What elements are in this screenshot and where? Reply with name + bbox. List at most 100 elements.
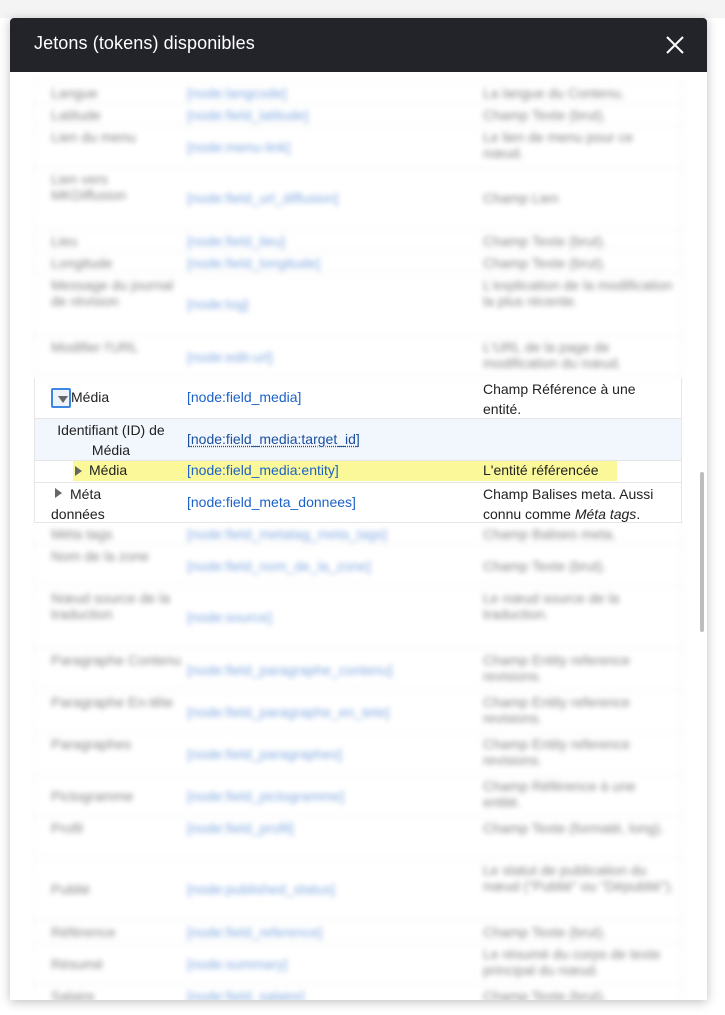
row-token[interactable]: [node:menu-link] xyxy=(187,139,477,155)
row-token[interactable]: [node:field_url_diffusion] xyxy=(187,190,477,206)
row-desc: L'URL de la page de modification du nœud… xyxy=(483,339,622,371)
row-desc: Le lien de menu pour ce nœud. xyxy=(483,129,634,161)
table-row[interactable]: Modifier l'URL [node:edit-url] L'URL de … xyxy=(34,336,682,378)
row-name: Message du journal de révision xyxy=(51,277,174,309)
row-token[interactable]: [node:field_media:target_id] xyxy=(187,431,477,447)
row-token[interactable]: [node:field_lieu] xyxy=(187,233,477,249)
table-row[interactable]: Résumé [node:summary] Le résumé du corps… xyxy=(34,943,682,985)
table-row[interactable]: Méta tags [node:field_metatag_meta_tags]… xyxy=(34,523,682,545)
token-table: Langue [node:langcode] La langue du Cont… xyxy=(34,72,682,1000)
row-name: Lien vers MKDiffusion xyxy=(51,171,127,203)
dialog-title: Jetons (tokens) disponibles xyxy=(34,33,255,53)
row-token[interactable]: [node:field_media:entity] xyxy=(187,462,477,478)
table-row[interactable]: Salaire [node:field_salaire] Champ Texte… xyxy=(34,985,682,1000)
table-row[interactable]: Message du journal de révision [node:log… xyxy=(34,274,682,336)
row-name: Paragraphe Contenu xyxy=(51,652,181,668)
row-name: Méta données xyxy=(51,486,105,522)
row-name: Paragraphes xyxy=(51,736,132,752)
row-desc-suffix: . xyxy=(636,506,641,522)
table-row[interactable]: Profil [node:field_profil] Champ Texte (… xyxy=(34,817,682,859)
table-row-entity[interactable]: Média [node:field_media:entity] L'entité… xyxy=(34,461,682,483)
rows-below: Méta tags [node:field_metatag_meta_tags]… xyxy=(34,523,682,1000)
table-row[interactable]: Lien vers MKDiffusion [node:field_url_di… xyxy=(34,168,682,230)
row-name: Salaire xyxy=(51,988,95,1000)
row-name: Identifiant (ID) de Média xyxy=(57,422,165,458)
table-row[interactable]: Nœud source de la traduction [node:sourc… xyxy=(34,587,682,649)
row-desc: Le statut de publication du nœud ("Publi… xyxy=(483,862,675,894)
row-name: Résumé xyxy=(51,956,104,972)
row-token[interactable]: [node:field_paragraphe_en_tete] xyxy=(187,704,477,720)
row-token[interactable]: [node:field_latitude] xyxy=(187,107,477,123)
scrollbar[interactable] xyxy=(700,472,704,632)
table-row[interactable]: Lieu [node:field_lieu] Champ Texte (brut… xyxy=(34,230,682,252)
row-name: Référence xyxy=(51,924,116,940)
focused-rows: Média [node:field_media] Champ Référence… xyxy=(34,378,682,523)
content-fade xyxy=(10,72,707,86)
row-name: Média xyxy=(89,462,128,478)
dialog-titlebar: Jetons (tokens) disponibles xyxy=(10,18,707,72)
row-token[interactable]: [node:field_pictogramme] xyxy=(187,788,477,804)
table-row-media[interactable]: Média [node:field_media] Champ Référence… xyxy=(34,378,682,419)
row-token[interactable]: [node:field_profil] xyxy=(187,820,477,836)
table-row[interactable]: Lien du menu [node:menu-link] Le lien de… xyxy=(34,126,682,168)
table-row[interactable]: Pictogramme [node:field_pictogramme] Cha… xyxy=(34,775,682,817)
row-name: Média xyxy=(71,389,110,405)
table-row[interactable]: Paragraphe En-tête [node:field_paragraph… xyxy=(34,691,682,733)
row-name: Méta tags xyxy=(51,526,113,542)
row-desc-em: Méta tags xyxy=(574,506,637,522)
row-token[interactable]: [node:field_nom_de_la_zone] xyxy=(187,558,477,574)
row-token[interactable]: [node:published_status] xyxy=(187,881,477,897)
table-row-target-id[interactable]: Identifiant (ID) de Média [node:field_me… xyxy=(34,419,682,461)
row-token[interactable]: [node:field_metatag_meta_tags] xyxy=(187,526,477,542)
row-desc: La langue du Contenu. xyxy=(483,85,625,101)
triangle-right-icon[interactable] xyxy=(75,466,82,476)
table-row[interactable]: Paragraphe Contenu [node:field_paragraph… xyxy=(34,649,682,691)
row-token[interactable]: [node:field_meta_donnees] xyxy=(187,494,477,510)
row-token[interactable]: [node:field_reference] xyxy=(187,924,477,940)
row-name: Publié xyxy=(51,881,90,897)
table-row[interactable]: Latitude [node:field_latitude] Champ Tex… xyxy=(34,104,682,126)
page-backdrop xyxy=(0,0,725,18)
dialog-content: Langue [node:langcode] La langue du Cont… xyxy=(10,72,707,1000)
table-row[interactable]: Longitude [node:field_longitude] Champ T… xyxy=(34,252,682,274)
row-token[interactable]: [node:edit-url] xyxy=(187,349,477,365)
row-name: Pictogramme xyxy=(51,788,134,804)
row-token[interactable]: [node:field_paragraphes] xyxy=(187,746,477,762)
row-desc: Champ Texte (brut). xyxy=(483,233,607,249)
row-desc: Champ Balises meta. Aussi connu comme Mé… xyxy=(483,484,671,524)
close-icon[interactable] xyxy=(665,35,685,55)
row-name: Profil xyxy=(51,820,83,836)
row-name: Longitude xyxy=(51,255,113,271)
row-desc: L'entité référencée xyxy=(483,462,599,478)
table-row[interactable]: Paragraphes [node:field_paragraphes] Cha… xyxy=(34,733,682,775)
table-row[interactable]: Référence [node:field_reference] Champ T… xyxy=(34,921,682,943)
row-name: Lieu xyxy=(51,233,78,249)
row-desc: Le résumé du corps de texte principal du… xyxy=(483,946,661,978)
rows-above: Langue [node:langcode] La langue du Cont… xyxy=(34,72,682,378)
row-desc: L'explication de la modification la plus… xyxy=(483,277,673,309)
row-token[interactable]: [node:field_salaire] xyxy=(187,988,477,1000)
row-name: Modifier l'URL xyxy=(51,339,139,355)
row-desc: Champ Texte (formaté, long). xyxy=(483,820,665,836)
row-token[interactable]: [node:field_paragraphe_contenu] xyxy=(187,662,477,678)
row-desc: Champ Texte (brut). xyxy=(483,107,607,123)
row-token[interactable]: [node:langcode] xyxy=(187,85,477,101)
row-desc: Champ Texte (brut). xyxy=(483,558,607,574)
collapse-toggle[interactable] xyxy=(51,388,71,408)
row-desc: Champ Référence à une entité. xyxy=(483,778,636,810)
row-token[interactable]: [node:field_media] xyxy=(187,389,477,405)
row-name: Nom de la zone xyxy=(51,548,150,564)
row-token[interactable]: [node:summary] xyxy=(187,956,477,972)
row-desc: Champ Entity reference revisions. xyxy=(483,694,631,726)
row-name: Langue xyxy=(51,85,98,101)
table-row[interactable]: Nom de la zone [node:field_nom_de_la_zon… xyxy=(34,545,682,587)
table-row[interactable]: Publié [node:published_status] Le statut… xyxy=(34,859,682,921)
row-desc: Champ Entity reference revisions. xyxy=(483,736,631,768)
row-token[interactable]: [node:field_longitude] xyxy=(187,255,477,271)
row-name: Latitude xyxy=(51,107,101,123)
row-desc: Champ Texte (brut). xyxy=(483,988,607,1000)
table-row-meta[interactable]: Méta données [node:field_meta_donnees] C… xyxy=(34,483,682,523)
row-name: Paragraphe En-tête xyxy=(51,694,174,710)
row-token[interactable]: [node:source] xyxy=(187,609,477,625)
row-token[interactable]: [node:log] xyxy=(187,296,477,312)
